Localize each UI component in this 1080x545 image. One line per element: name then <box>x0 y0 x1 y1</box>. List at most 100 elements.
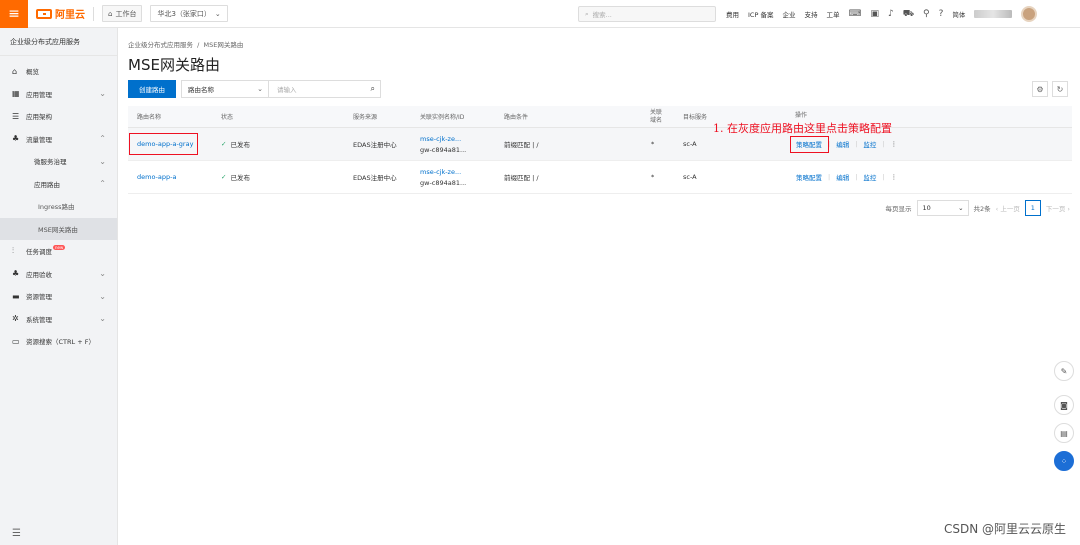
apps-icon[interactable]: ⁘ <box>1054 451 1074 471</box>
separator: | <box>882 140 885 148</box>
sidebar-item-microservice[interactable]: 微服务治理 ⌄ <box>0 150 117 173</box>
filter-input[interactable]: 请输入 ⌕ <box>268 80 381 98</box>
sidebar-item-ingress[interactable]: Ingress路由 <box>0 195 117 218</box>
language-switch[interactable]: 简体 <box>952 9 965 19</box>
nav-enterprise[interactable]: 企业 <box>782 9 795 19</box>
sidebar-item-label: 任务调度 <box>26 248 52 257</box>
per-page-label: 每页显示 <box>885 205 912 213</box>
edit-link[interactable]: 编辑 <box>836 139 849 149</box>
sidebar-item-overview[interactable]: ⌂ 概览 <box>0 60 117 83</box>
user-name[interactable] <box>974 10 1013 18</box>
column-header: 关联域名 <box>649 108 662 124</box>
column-header: 路由条件 <box>504 114 529 121</box>
sidebar-item-label: 系统管理 <box>26 315 52 324</box>
feedback-icon[interactable]: ▤ <box>1054 423 1074 443</box>
column-header: 目标服务 <box>683 114 708 121</box>
chevron-down-icon: ⌄ <box>99 269 106 279</box>
location-icon[interactable]: ⚲ <box>923 9 930 19</box>
nav-ticket[interactable]: 工单 <box>826 9 839 19</box>
home-icon: ⌂ <box>108 9 113 18</box>
help-icon[interactable]: ? <box>939 9 944 19</box>
next-label: 下一页 <box>1045 205 1066 213</box>
home-icon: ⌂ <box>12 66 18 76</box>
route-name-link[interactable]: demo-app-a <box>137 161 176 193</box>
sidebar-item-system[interactable]: ✲ 系统管理 ⌄ <box>0 308 117 331</box>
filter-select-value: 路由名称 <box>188 86 214 94</box>
per-page-select[interactable]: 10 ⌄ <box>916 200 969 216</box>
more-icon[interactable]: ⋮ <box>891 140 898 148</box>
camera-icon[interactable]: ◙ <box>1054 395 1074 415</box>
separator: | <box>855 140 858 148</box>
top-nav: 费用 ICP 备案 企业 支持 工单 ⌨ ▣ ♪ ⛟ ⚲ ? 简体 <box>726 0 1038 28</box>
sidebar-item-resources[interactable]: ▬ 资源管理 ⌄ <box>0 285 117 308</box>
watermark: CSDN @阿里云云原生 <box>943 522 1066 536</box>
sidebar-item-label: 应用管理 <box>26 90 52 99</box>
policy-config-link[interactable]: 策略配置 <box>796 172 822 182</box>
next-page-button[interactable]: 下一页 › <box>1046 203 1070 213</box>
monitor-link[interactable]: 监控 <box>863 139 876 149</box>
separator: | <box>828 173 831 181</box>
gear-icon: ✲ <box>12 314 19 324</box>
prev-page-button[interactable]: ‹ 上一页 <box>996 203 1020 213</box>
breadcrumb-item[interactable]: 企业级分布式应用服务 <box>128 41 193 49</box>
collapse-sidebar-icon[interactable]: ☰ <box>12 528 21 539</box>
check-icon: ♣ <box>12 269 20 279</box>
sidebar-item-app-architecture[interactable]: ☰ 应用架构 <box>0 105 117 128</box>
aliyun-logo[interactable]: 阿里云 <box>36 6 85 21</box>
highlight-box <box>129 133 198 155</box>
bell-icon[interactable]: ♪ <box>888 9 894 19</box>
sidebar-item-traffic[interactable]: ♣ 流量管理 ⌃ <box>0 128 117 151</box>
workbench-button[interactable]: ⌂ 工作台 <box>102 5 143 22</box>
instance-id: gw-c894a81... <box>420 145 467 154</box>
sidebar-item-scheduling[interactable]: ⫶ 任务调度 new <box>0 240 117 263</box>
cart-icon[interactable]: ⛟ <box>903 9 914 20</box>
sidebar-item-label: 微服务治理 <box>34 158 67 167</box>
nav-icp[interactable]: ICP 备案 <box>748 9 773 19</box>
sidebar-item-resource-search[interactable]: ▭ 资源搜索（CTRL + F） <box>0 330 117 353</box>
traffic-icon: ♣ <box>12 134 20 144</box>
column-header: 服务来源 <box>353 114 378 121</box>
filter-select[interactable]: 路由名称 ⌄ <box>181 80 269 98</box>
sidebar-item-label: 流量管理 <box>26 135 52 144</box>
nav-support[interactable]: 支持 <box>804 9 817 19</box>
monitor-link[interactable]: 监控 <box>863 172 876 182</box>
sidebar-item-app-routing[interactable]: 应用路由 ⌃ <box>0 173 117 196</box>
pagination: 每页显示 10 ⌄ 共2条 ‹ 上一页 1 下一页 › <box>886 200 1070 216</box>
more-icon[interactable]: ⋮ <box>891 173 898 181</box>
image-icon[interactable]: ▣ <box>870 9 879 19</box>
breadcrumb-separator: / <box>195 41 202 49</box>
global-search-input[interactable]: ⌕ 搜索... <box>578 6 716 22</box>
column-header: 状态 <box>221 114 234 121</box>
edit-icon[interactable]: ✎ <box>1054 361 1074 381</box>
edit-link[interactable]: 编辑 <box>836 172 849 182</box>
sidebar-item-label: 应用架构 <box>26 113 52 122</box>
schedule-icon: ⫶ <box>12 246 14 256</box>
page-number-button[interactable]: 1 <box>1024 200 1041 216</box>
settings-icon[interactable]: ⚙ <box>1032 81 1048 97</box>
sidebar-item-label: MSE网关路由 <box>38 225 78 234</box>
region-label: 华北3（张家口） <box>157 9 211 18</box>
chevron-down-icon: ⌄ <box>958 204 964 212</box>
hamburger-menu-icon[interactable]: ≡ <box>0 0 28 28</box>
terminal-icon[interactable]: ⌨ <box>848 9 861 19</box>
instance-name-link[interactable]: mse-cjk-ze... <box>420 135 461 143</box>
refresh-icon[interactable]: ↻ <box>1052 81 1068 97</box>
breadcrumb-item: MSE网关路由 <box>203 41 244 49</box>
source-cell: EDAS注册中心 <box>353 174 397 182</box>
column-header: 路由名称 <box>137 114 162 121</box>
region-selector[interactable]: 华北3（张家口） ⌄ <box>150 5 228 22</box>
check-icon: ✓ <box>221 140 227 148</box>
sidebar-item-app-management[interactable]: ▦ 应用管理 ⌄ <box>0 83 117 106</box>
nav-billing[interactable]: 费用 <box>726 9 739 19</box>
sidebar-item-label: Ingress路由 <box>38 203 75 212</box>
architecture-icon: ☰ <box>12 111 20 121</box>
chevron-up-icon: ⌃ <box>99 134 106 144</box>
search-icon[interactable]: ⌕ <box>371 84 375 94</box>
sidebar-item-label: 资源搜索（CTRL + F） <box>26 338 95 347</box>
create-route-button[interactable]: 创建路由 <box>128 80 176 98</box>
instance-name-link[interactable]: mse-cjk-ze... <box>420 168 461 176</box>
avatar[interactable] <box>1021 6 1038 22</box>
sidebar-item-mse-gateway[interactable]: MSE网关路由 <box>0 217 117 240</box>
breadcrumb: 企业级分布式应用服务 / MSE网关路由 <box>128 39 243 49</box>
sidebar-item-acceptance[interactable]: ♣ 应用验收 ⌄ <box>0 263 117 286</box>
